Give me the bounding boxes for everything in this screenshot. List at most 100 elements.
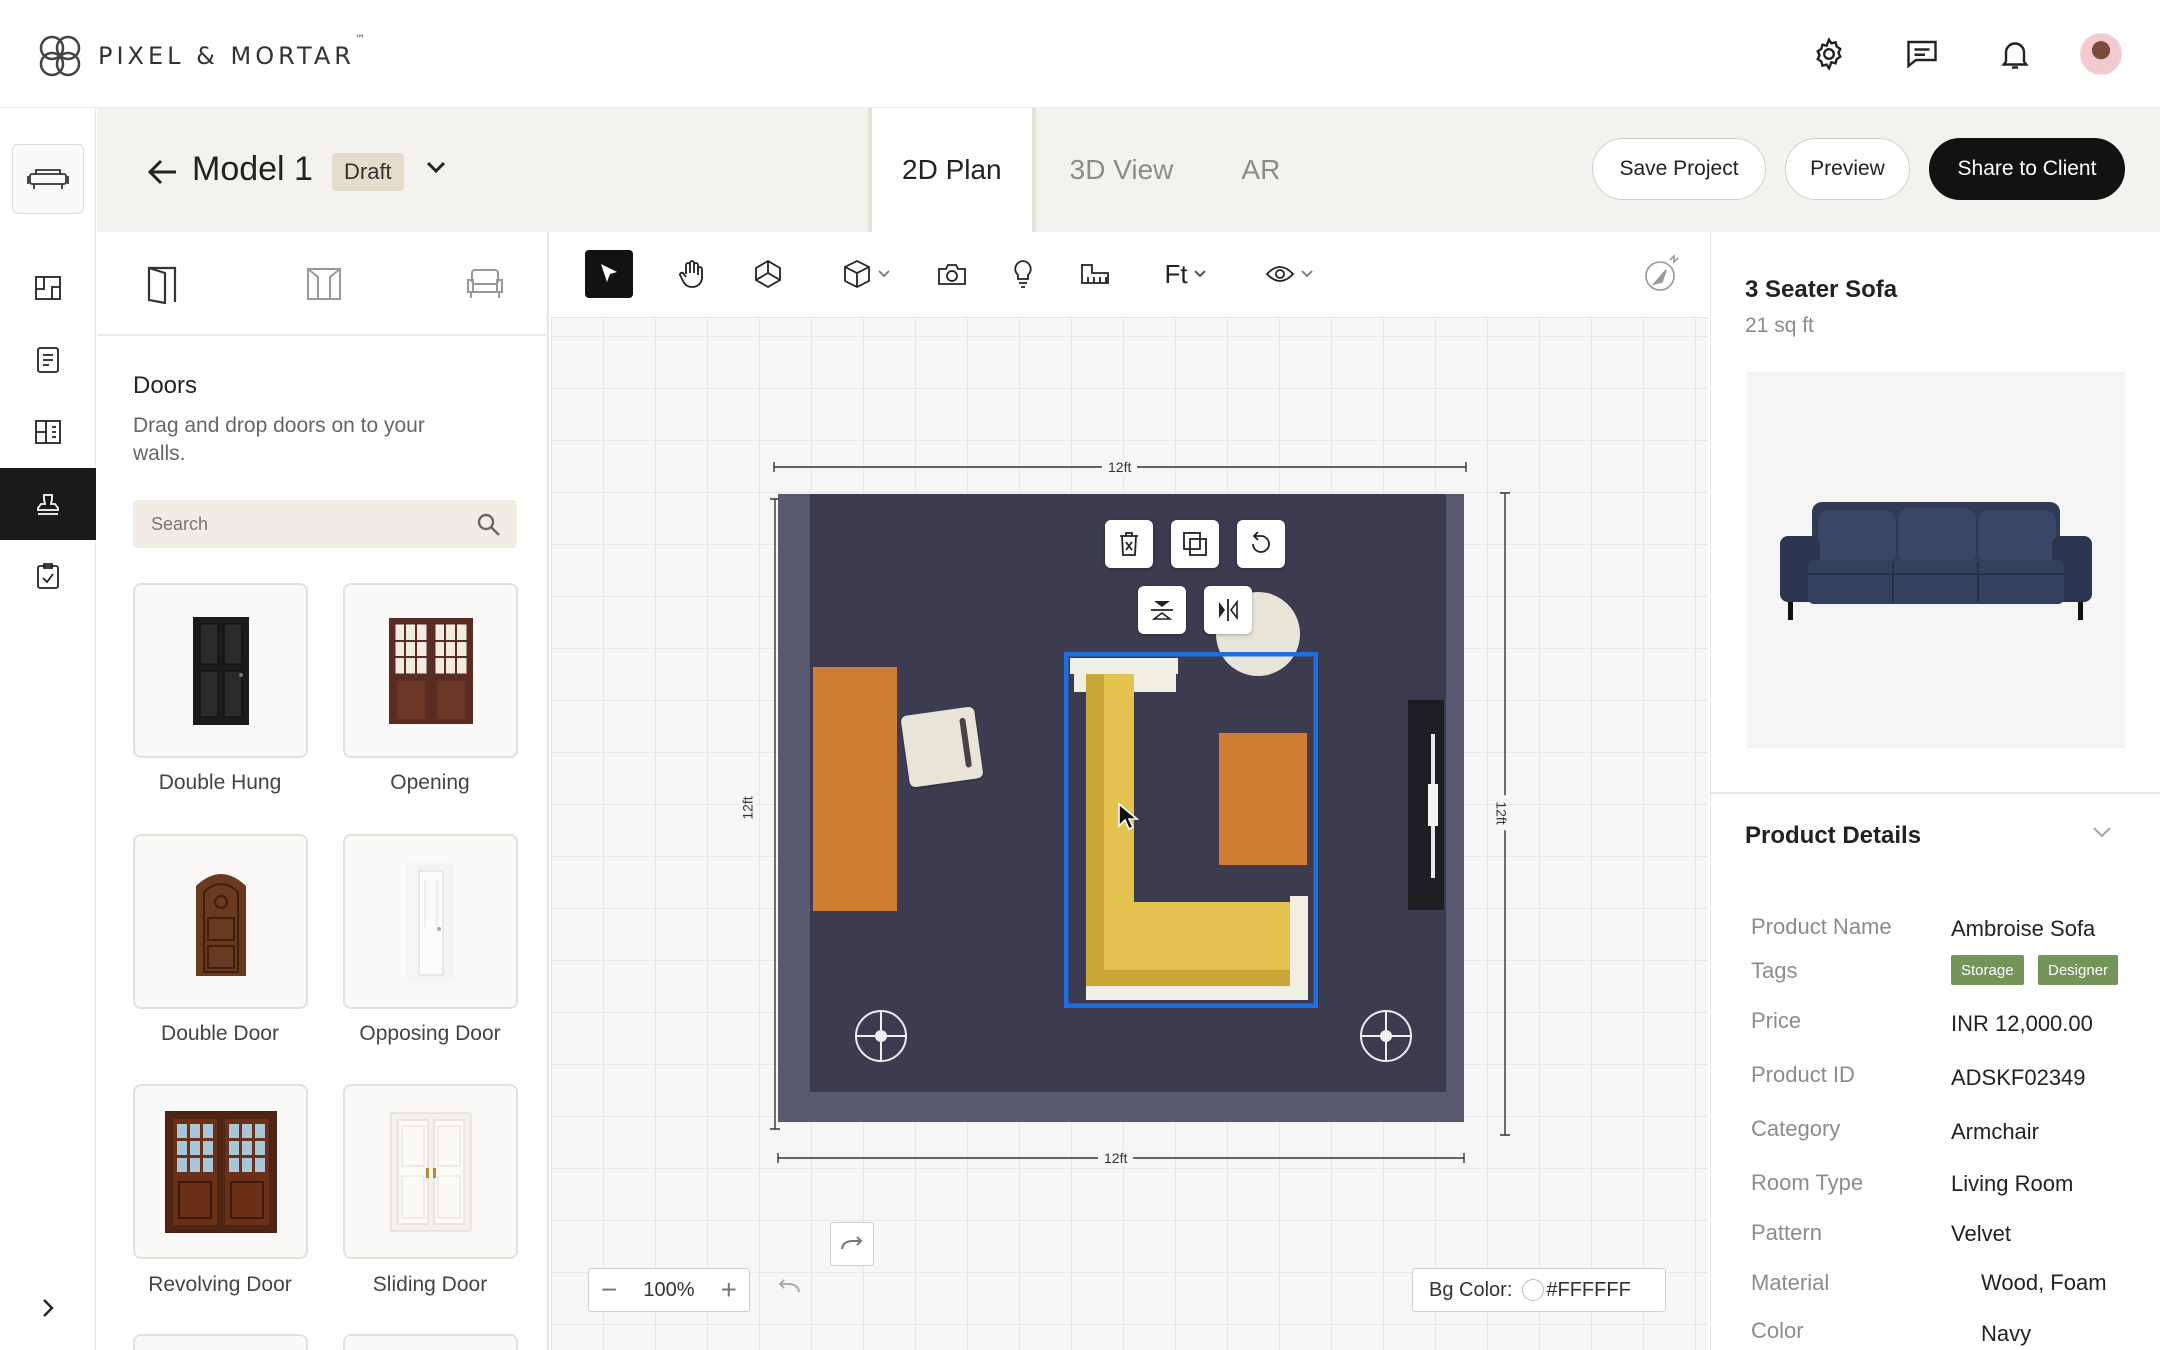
door-label: Opening: [390, 771, 470, 794]
flip-vertical-icon[interactable]: [1138, 586, 1186, 634]
door-label: Opposing Door: [359, 1022, 501, 1045]
door-card-double-door[interactable]: [133, 834, 308, 1009]
rail-fixtures-active[interactable]: [0, 468, 96, 540]
double-hung-door-image: [192, 616, 249, 725]
model-dropdown-chevron-icon[interactable]: [425, 160, 447, 174]
product-details-title: Product Details: [1745, 822, 1922, 849]
ceiling-light-fixture-icon[interactable]: [853, 1008, 909, 1064]
model-title: Model 1: [192, 150, 313, 188]
canvas-toolbar: [551, 232, 1708, 318]
revolving-door-image: [164, 1110, 277, 1233]
unit-label: Ft: [1164, 258, 1188, 289]
rotate-object-icon[interactable]: [1237, 520, 1285, 568]
brand-name: PIXEL & MORTAR™: [98, 34, 369, 70]
view-tabs: 2D Plan 3D View AR: [868, 108, 1314, 232]
select-pointer-tool-icon[interactable]: [585, 250, 633, 298]
ottoman-furniture[interactable]: [1219, 733, 1307, 865]
lightbulb-tool-icon[interactable]: [1006, 250, 1040, 298]
share-to-client-button[interactable]: Share to Client: [1929, 138, 2125, 200]
cube-dropdown-tool[interactable]: [835, 250, 897, 298]
tab-doors-icon[interactable]: [132, 254, 192, 314]
tab-windows-icon[interactable]: [294, 254, 354, 314]
save-project-button[interactable]: Save Project: [1592, 138, 1766, 200]
undo-icon[interactable]: [774, 1276, 802, 1296]
brand-mark-icon: [34, 30, 86, 82]
chevron-down-icon[interactable]: [2092, 826, 2112, 838]
bg-color-label: Bg Color:: [1429, 1278, 1513, 1301]
clipboard-check-icon: [37, 563, 59, 589]
door-card-double-hung[interactable]: [133, 583, 308, 758]
doors-title: Doors: [133, 372, 198, 399]
ceiling-light-fixture-icon[interactable]: [1358, 1008, 1414, 1064]
cabinet-furniture[interactable]: [813, 667, 897, 911]
rail-checklist[interactable]: [0, 540, 96, 612]
bg-color-picker[interactable]: Bg Color: #FFFFFF: [1412, 1268, 1666, 1312]
rail-furniture-home[interactable]: [12, 144, 84, 214]
brand-logo[interactable]: PIXEL & MORTAR™: [34, 30, 369, 82]
delete-object-icon[interactable]: [1105, 520, 1153, 568]
camera-tool-icon[interactable]: [934, 250, 970, 298]
chevron-down-icon: [1301, 270, 1313, 278]
pan-hand-tool-icon[interactable]: [672, 250, 712, 298]
compass-navigation-icon[interactable]: [1640, 250, 1684, 298]
rail-floorplan[interactable]: [0, 252, 96, 324]
zoom-out-button[interactable]: −: [601, 1276, 617, 1304]
detail-value: Wood, Foam: [1981, 1270, 2107, 1295]
chat-message-icon[interactable]: [1900, 32, 1944, 76]
detail-key: Material: [1751, 1270, 1830, 1295]
product-area: 21 sq ft: [1745, 314, 1814, 337]
tab-furniture-icon[interactable]: [455, 254, 515, 314]
floor-tool-icon[interactable]: [1076, 250, 1114, 298]
settings-gear-icon[interactable]: [1807, 32, 1851, 76]
door-card-partial[interactable]: [133, 1334, 308, 1350]
detail-key: Color: [1751, 1318, 1804, 1343]
door-card-opening[interactable]: [343, 583, 518, 758]
tag-chip[interactable]: Storage: [1951, 955, 2024, 985]
3d-object-tool-icon[interactable]: [748, 250, 788, 298]
door-label: Double Door: [161, 1022, 279, 1045]
media-unit-furniture[interactable]: [1408, 700, 1444, 910]
visibility-dropdown[interactable]: [1262, 250, 1316, 298]
tab-3d-view[interactable]: 3D View: [1036, 108, 1208, 232]
notification-bell-icon[interactable]: [1993, 32, 2037, 76]
door-card-revolving-door[interactable]: [133, 1084, 308, 1259]
sofa-product-image: [1780, 502, 2092, 620]
unit-dropdown[interactable]: Ft: [1156, 250, 1214, 298]
product-title: 3 Seater Sofa: [1745, 276, 1898, 303]
rail-documents[interactable]: [0, 324, 96, 396]
door-card-sliding-door[interactable]: [343, 1084, 518, 1259]
dimension-right-label: 12ft: [1493, 795, 1510, 831]
search-icon[interactable]: [476, 512, 502, 538]
user-avatar[interactable]: [2080, 33, 2122, 75]
redo-button-icon[interactable]: [830, 1222, 874, 1266]
tag-chip[interactable]: Designer: [2038, 955, 2119, 985]
preview-button[interactable]: Preview: [1785, 138, 1910, 200]
door-card-opposing-door[interactable]: [343, 834, 518, 1009]
door-search-input[interactable]: [133, 500, 517, 548]
detail-value: Navy: [1981, 1321, 2032, 1346]
detail-key: Product Name: [1751, 914, 1892, 939]
side-table-furniture[interactable]: [900, 706, 984, 788]
rail-layouts[interactable]: [0, 396, 96, 468]
rail-expand-button[interactable]: [0, 1272, 96, 1344]
zoom-control: − 100% +: [588, 1268, 750, 1312]
chevron-right-icon: [43, 1299, 54, 1317]
back-arrow-icon[interactable]: [148, 158, 178, 186]
detail-value: Armchair: [1951, 1119, 2040, 1144]
mouse-cursor-icon: [1118, 802, 1140, 831]
sliding-door-image: [390, 1112, 471, 1231]
door-label: Revolving Door: [148, 1273, 292, 1296]
detail-value: Ambroise Sofa: [1951, 916, 2096, 941]
duplicate-object-icon[interactable]: [1171, 520, 1219, 568]
detail-key: Tags: [1751, 958, 1798, 983]
doors-description: Drag and drop doors on to your walls.: [133, 414, 425, 466]
zoom-in-button[interactable]: +: [721, 1276, 737, 1304]
door-card-partial[interactable]: [343, 1334, 518, 1350]
flip-horizontal-icon[interactable]: [1204, 586, 1252, 634]
tab-ar[interactable]: AR: [1207, 108, 1314, 232]
tab-2d-plan[interactable]: 2D Plan: [868, 108, 1036, 232]
detail-key: Category: [1751, 1116, 1841, 1141]
cube-icon: [844, 259, 870, 289]
eye-icon: [1265, 266, 1295, 282]
detail-value: ADSKF02349: [1951, 1065, 2086, 1090]
